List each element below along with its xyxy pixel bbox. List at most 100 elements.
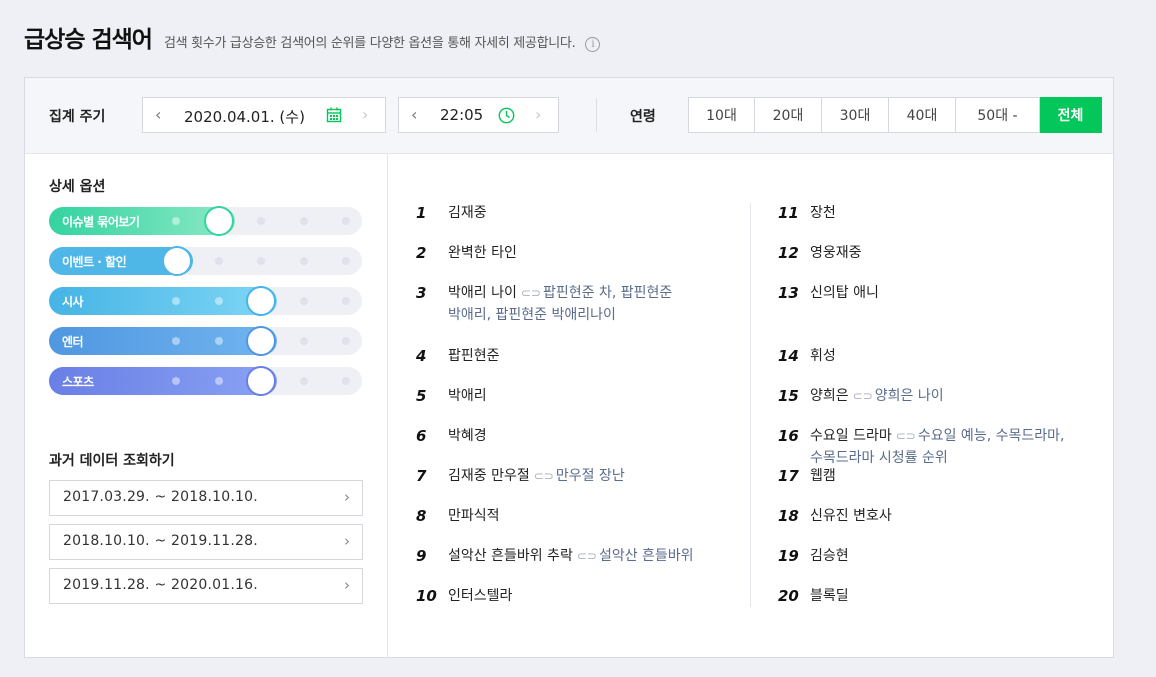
age-button-40[interactable]: 40대: [889, 97, 956, 133]
ranking-item[interactable]: 7 김재중 만우절 ⊂⊃ 만우절 장난: [414, 467, 734, 487]
rank-keyword[interactable]: 설악산 흔들바위 추락: [448, 548, 573, 564]
rank-keyword[interactable]: 수요일 드라마: [810, 428, 892, 444]
rank-keyword[interactable]: 신의탑 애니: [810, 285, 879, 301]
past-range-1[interactable]: 2017.03.29. ~ 2018.10.10. ›: [49, 480, 363, 516]
link-icon: ⊂⊃: [576, 549, 597, 563]
rank-keyword[interactable]: 신유진 변호사: [810, 508, 892, 524]
related-keywords[interactable]: 양희은 나이: [875, 388, 944, 404]
toggle-knob[interactable]: [246, 286, 276, 316]
prev-time-button[interactable]: ‹: [411, 107, 421, 123]
calendar-icon[interactable]: [326, 107, 342, 127]
related-keywords[interactable]: 팝핀현준 차, 팝핀현준: [543, 285, 672, 301]
ranking-item[interactable]: 6 박혜경: [414, 427, 734, 447]
ranking-item[interactable]: 13 신의탑 애니: [776, 284, 1096, 304]
rank-keyword[interactable]: 박애리 나이: [448, 285, 517, 301]
rank-keyword[interactable]: 김승현: [810, 548, 849, 564]
ranking-item[interactable]: 17 웹캠: [776, 467, 1096, 487]
related-keywords[interactable]: 설악산 흔들바위: [599, 548, 694, 564]
ranking-item[interactable]: 16 수요일 드라마 ⊂⊃ 수요일 예능, 수목드라마, 수목드라마 시청률 순위: [776, 427, 1096, 469]
toggle-current-affairs[interactable]: 시사: [49, 286, 362, 316]
ranking-item[interactable]: 8 만파식적: [414, 507, 734, 527]
rank-entry: 박애리: [448, 385, 487, 407]
toggle-step-dot: [342, 297, 350, 305]
past-range-label: 2017.03.29. ~ 2018.10.10.: [63, 489, 258, 505]
age-button-20[interactable]: 20대: [755, 97, 822, 133]
rank-keyword[interactable]: 김재중: [448, 205, 487, 221]
ranking-item[interactable]: 12 영웅재중: [776, 244, 1096, 264]
ranking-divider: [750, 203, 751, 607]
age-button-10[interactable]: 10대: [688, 97, 755, 133]
rank-entry: 만파식적: [448, 505, 500, 527]
chevron-right-icon: ›: [344, 488, 350, 506]
related-keywords[interactable]: 수요일 예능, 수목드라마,: [918, 428, 1065, 444]
age-button-30[interactable]: 30대: [822, 97, 889, 133]
ranking-item[interactable]: 9 설악산 흔들바위 추락 ⊂⊃ 설악산 흔들바위: [414, 547, 734, 567]
ranking-item[interactable]: 4 팝핀현준: [414, 347, 734, 367]
rank-keyword[interactable]: 웹캠: [810, 468, 836, 484]
toggle-knob[interactable]: [246, 366, 276, 396]
toggle-sports[interactable]: 스포츠: [49, 366, 362, 396]
rank-keyword[interactable]: 영웅재중: [810, 245, 862, 261]
link-icon: ⊂⊃: [520, 286, 541, 300]
rank-keyword[interactable]: 블록딜: [810, 588, 849, 604]
next-date-button[interactable]: ›: [362, 107, 372, 123]
age-button-50-plus[interactable]: 50대 -: [956, 97, 1040, 133]
next-time-button[interactable]: ›: [535, 107, 545, 123]
toggle-step-dot: [300, 337, 308, 345]
toggle-knob[interactable]: [204, 206, 234, 236]
info-icon[interactable]: i: [585, 37, 601, 52]
rank-number: 2: [416, 244, 427, 262]
ranking-item[interactable]: 14 휘성: [776, 347, 1096, 367]
past-range-3[interactable]: 2019.11.28. ~ 2020.01.16. ›: [49, 568, 363, 604]
ranking-item[interactable]: 10 인터스텔라: [414, 587, 734, 607]
ranking-item[interactable]: 19 김승현: [776, 547, 1096, 567]
rank-keyword[interactable]: 양희은: [810, 388, 849, 404]
rank-keyword[interactable]: 박애리: [448, 388, 487, 404]
toggle-step-dot: [215, 377, 223, 385]
rank-keyword[interactable]: 팝핀현준: [448, 348, 500, 364]
age-button-all[interactable]: 전체: [1040, 97, 1102, 133]
rank-keyword[interactable]: 박혜경: [448, 428, 487, 444]
rank-keyword[interactable]: 만파식적: [448, 508, 500, 524]
related-keywords-cont[interactable]: 수목드라마 시청률 순위: [810, 450, 948, 466]
page-header: 급상승 검색어 검색 횟수가 급상승한 검색어의 순위를 다양한 옵션을 통해 …: [24, 20, 601, 54]
past-range-2[interactable]: 2018.10.10. ~ 2019.11.28. ›: [49, 524, 363, 560]
related-keywords-cont[interactable]: 박애리, 팝핀현준 박애리나이: [448, 307, 616, 323]
age-label: 연령: [630, 109, 656, 125]
rank-keyword[interactable]: 완벽한 타인: [448, 245, 517, 261]
ranking-item[interactable]: 20 블록딜: [776, 587, 1096, 607]
toggle-knob[interactable]: [162, 246, 192, 276]
toggle-event-sale[interactable]: 이벤트 · 할인: [49, 246, 362, 276]
toggle-issue-group[interactable]: 이슈별 묶어보기: [49, 206, 362, 236]
rank-entry: 수요일 드라마 ⊂⊃ 수요일 예능, 수목드라마, 수목드라마 시청률 순위: [810, 425, 1064, 469]
rank-entry: 박혜경: [448, 425, 487, 447]
ranking-item[interactable]: 2 완벽한 타인: [414, 244, 734, 264]
rank-keyword[interactable]: 휘성: [810, 348, 836, 364]
rank-number: 19: [778, 547, 799, 565]
link-icon: ⊂⊃: [533, 469, 554, 483]
rank-number: 9: [416, 547, 427, 565]
toggle-entertainment[interactable]: 엔터: [49, 326, 362, 356]
rank-number: 13: [778, 284, 799, 302]
ranking-item[interactable]: 1 김재중: [414, 204, 734, 224]
ranking-item[interactable]: 3 박애리 나이 ⊂⊃ 팝핀현준 차, 팝핀현준 박애리, 팝핀현준 박애리나이: [414, 284, 734, 326]
rank-number: 8: [416, 507, 427, 525]
past-data-title: 과거 데이터 조회하기: [49, 453, 175, 469]
ranking-item[interactable]: 15 양희은 ⊂⊃ 양희은 나이: [776, 387, 1096, 407]
ranking-item[interactable]: 5 박애리: [414, 387, 734, 407]
prev-date-button[interactable]: ‹: [155, 107, 165, 123]
rank-number: 1: [416, 204, 427, 222]
rank-entry: 블록딜: [810, 585, 849, 607]
rank-entry: 양희은 ⊂⊃ 양희은 나이: [810, 385, 944, 407]
ranking-item[interactable]: 11 장천: [776, 204, 1096, 224]
rank-entry: 신의탑 애니: [810, 282, 879, 304]
ranking-item[interactable]: 18 신유진 변호사: [776, 507, 1096, 527]
rank-keyword[interactable]: 인터스텔라: [448, 588, 512, 604]
link-icon: ⊂⊃: [895, 429, 916, 443]
rank-keyword[interactable]: 장천: [810, 205, 836, 221]
toggle-label: 엔터: [62, 335, 84, 349]
clock-icon[interactable]: [498, 107, 515, 128]
toggle-knob[interactable]: [246, 326, 276, 356]
rank-keyword[interactable]: 김재중 만우절: [448, 468, 530, 484]
related-keywords[interactable]: 만우절 장난: [556, 468, 625, 484]
